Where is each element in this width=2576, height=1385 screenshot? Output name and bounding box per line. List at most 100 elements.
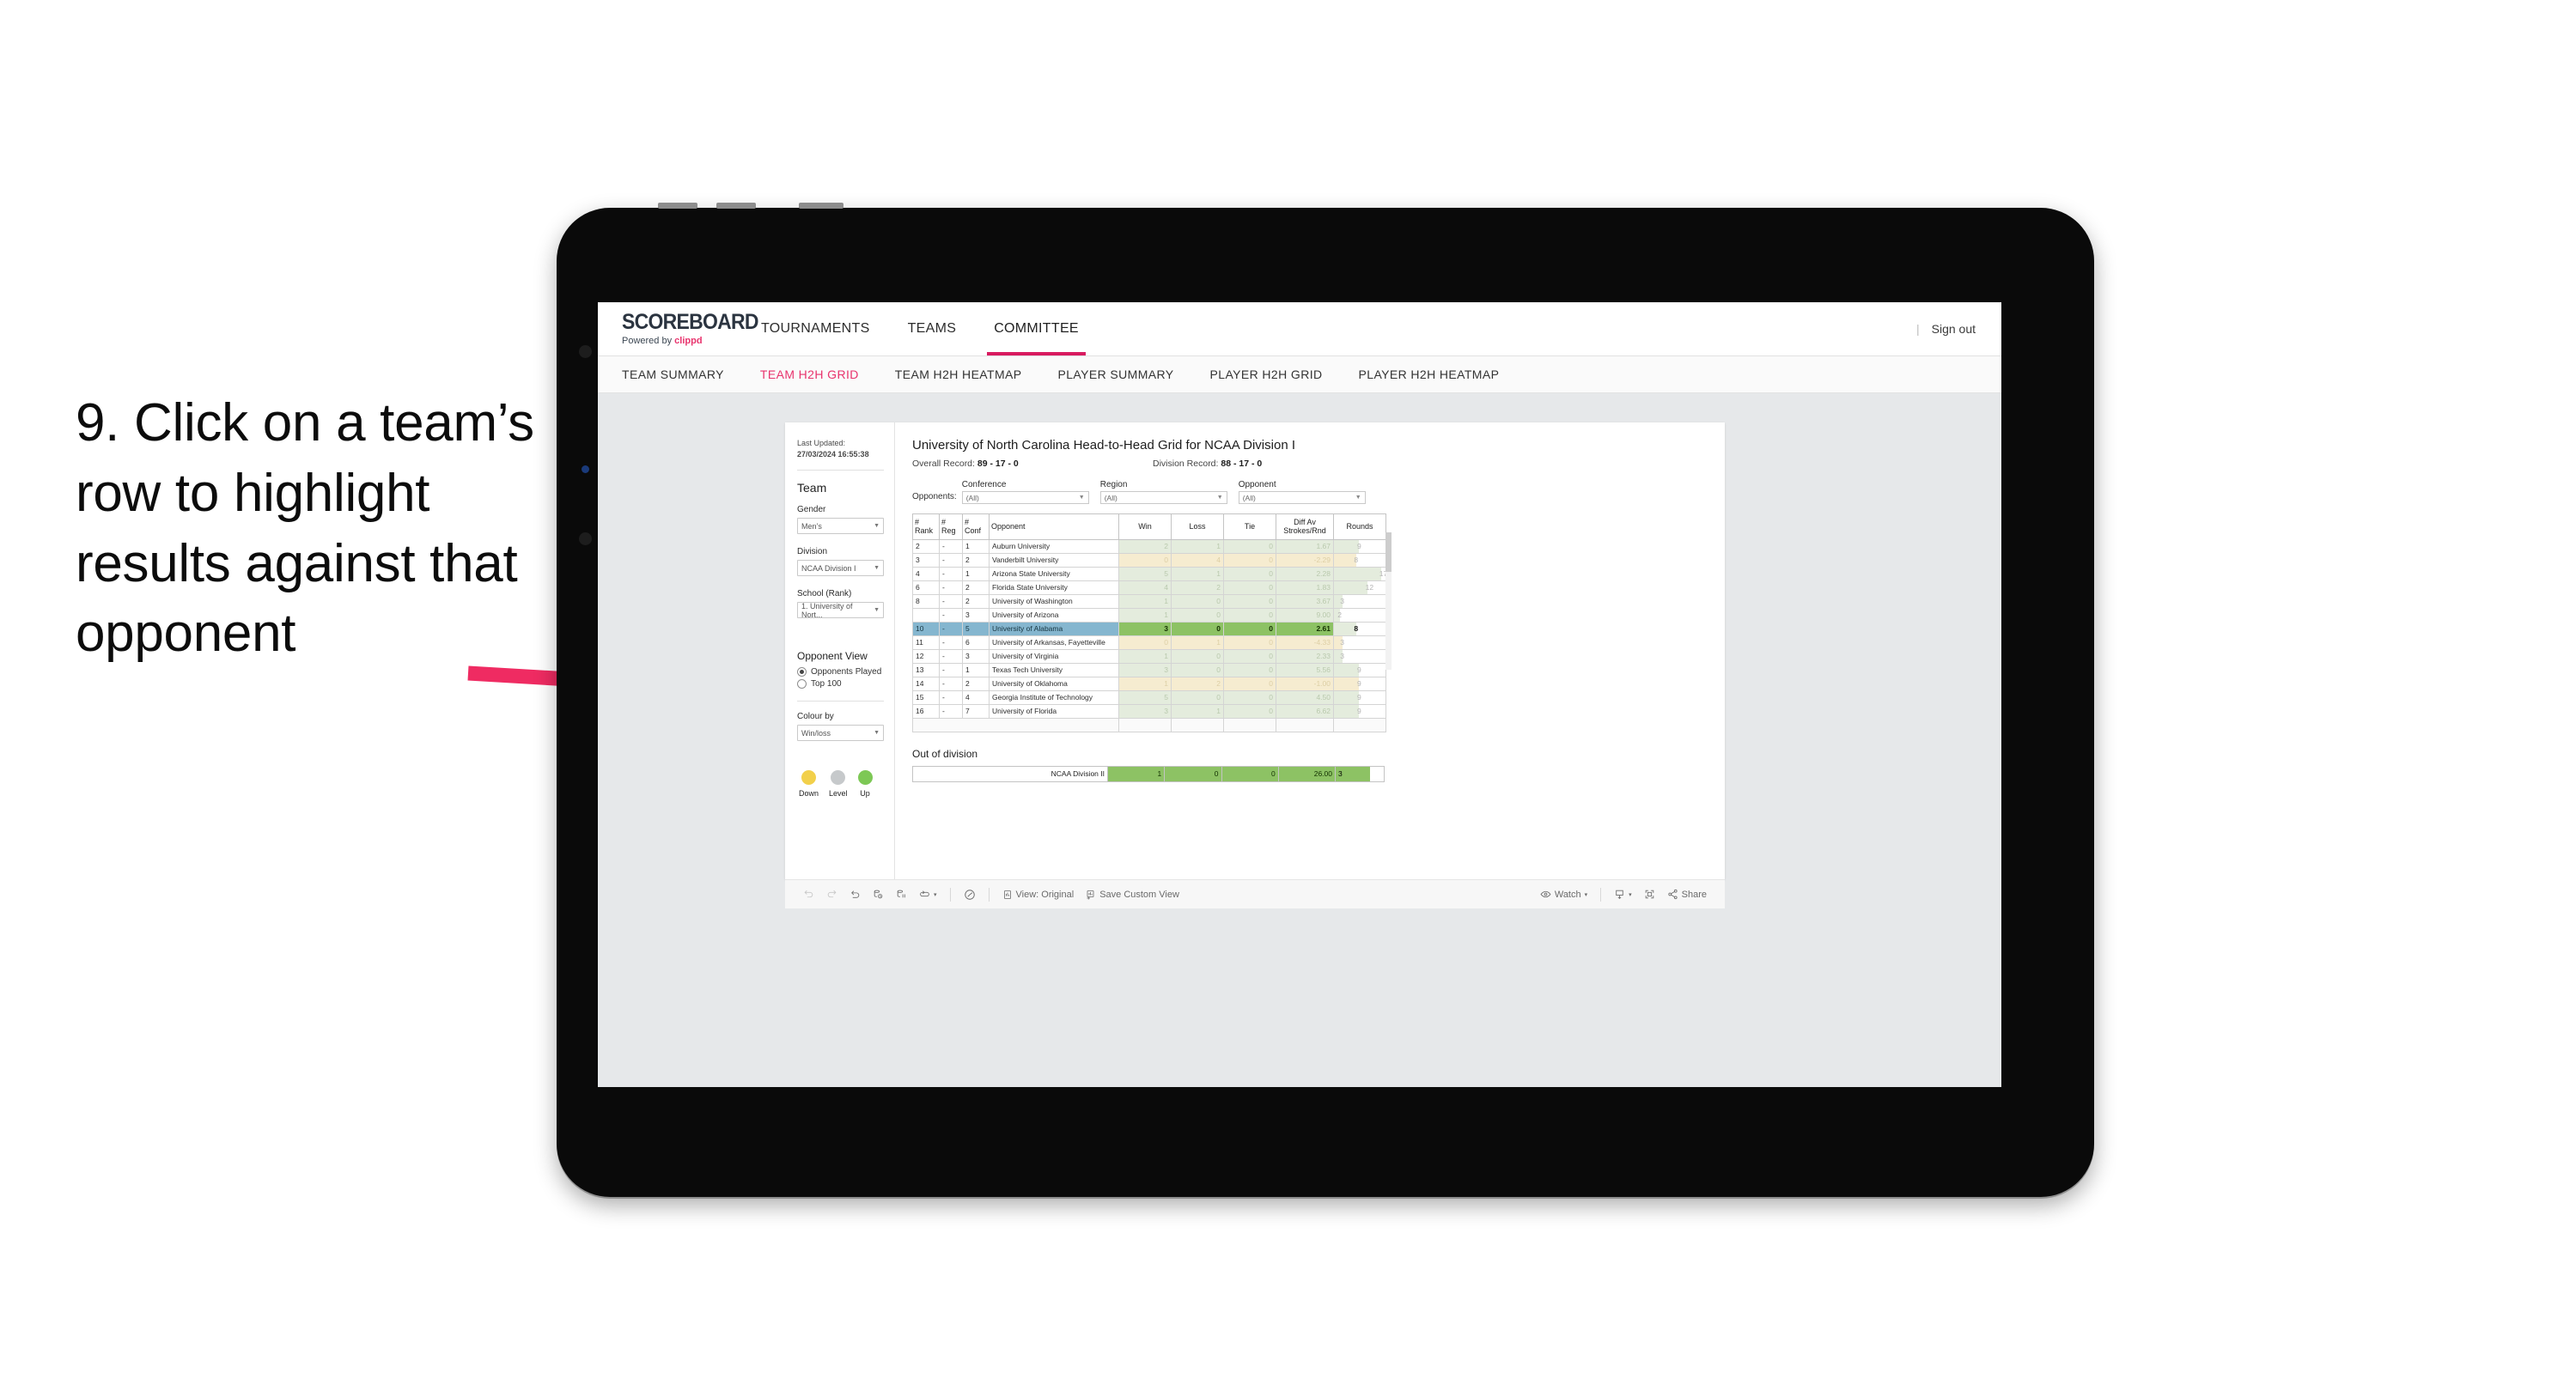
performance-button[interactable] (958, 884, 982, 905)
table-row[interactable]: 4-1Arizona State University5102.2817 (912, 566, 1386, 581)
loop-button[interactable]: ▾ (913, 884, 943, 905)
colour-by-select[interactable]: Win/loss ▼ (797, 725, 884, 742)
nav-committee[interactable]: COMMITTEE (975, 302, 1098, 355)
cell-opponent: University of Washington (989, 593, 1119, 609)
cell-conf: 3 (962, 607, 990, 623)
tab-player-h2h-heatmap[interactable]: PLAYER H2H HEATMAP (1359, 368, 1500, 381)
revert-button[interactable] (843, 884, 867, 905)
download-button[interactable]: ▾ (1608, 884, 1638, 905)
app-logo[interactable]: SCOREBOARD Powered by clippd (598, 312, 759, 347)
last-updated-value: 27/03/2024 16:55:38 (797, 450, 869, 459)
filter-opponent-select[interactable]: (All) ▼ (1238, 491, 1366, 504)
fullscreen-button[interactable] (1638, 884, 1661, 905)
watch-button[interactable]: Watch ▾ (1534, 884, 1593, 905)
volume-up-button[interactable] (658, 203, 697, 209)
save-custom-view-button[interactable]: Save Custom View (1080, 884, 1185, 905)
table-row[interactable]: 16-7 University of Florida 3 1 0 6.62 9 (912, 703, 1386, 719)
microphone-icon (579, 532, 592, 545)
cell-conf: 1 (962, 566, 990, 581)
cell-win: 3 (1118, 703, 1172, 719)
table-scrollbar-thumb[interactable] (1385, 532, 1392, 572)
table-row[interactable]: 15-4 Georgia Institute of Technology 5 0 0 4.… (912, 689, 1386, 705)
table-row[interactable]: 11-6 University of Arkansas, Fayetteville… (912, 635, 1386, 650)
share-button[interactable]: Share (1661, 884, 1713, 905)
radio-icon (797, 679, 807, 689)
refresh-data-button[interactable] (867, 884, 890, 905)
table-row[interactable]: 13-1 Texas Tech University 3 0 0 5.56 9 (912, 662, 1386, 677)
table-row[interactable]: -3 University of Arizona 1 0 0 9.00 2 (912, 607, 1386, 623)
app-top-bar: SCOREBOARD Powered by clippd TOURNAMENTS… (598, 302, 2001, 356)
table-row[interactable]: 8-2 University of Washington 1 0 0 3.67 3 (912, 593, 1386, 609)
redo-button[interactable] (820, 884, 843, 905)
toolbar-divider (949, 887, 951, 902)
logo-brand: clippd (674, 336, 703, 346)
table-row[interactable]: 6-2 Florida State University 4 2 0 1.83 12 (912, 580, 1386, 595)
colour-by-value: Win/loss (801, 728, 831, 738)
radio-icon-selected (797, 667, 807, 677)
cell-opponent: University of Alabama (989, 621, 1119, 636)
cell-tie: 0 (1223, 662, 1276, 677)
chevron-down-icon: ▼ (874, 730, 880, 737)
cell-tie: 0 (1223, 635, 1276, 650)
nav-tournaments[interactable]: TOURNAMENTS (742, 302, 889, 355)
division-value: NCAA Division I (801, 563, 856, 573)
cell-rounds: 9 (1333, 662, 1386, 677)
tab-team-summary[interactable]: TEAM SUMMARY (622, 368, 724, 381)
rounds-value: 3 (1340, 651, 1344, 660)
undo-button[interactable] (797, 884, 820, 905)
cell-rank: 12 (912, 648, 940, 664)
cell-tie: 0 (1223, 538, 1276, 554)
overall-record: Overall Record: 89 - 17 - 0 (912, 459, 1153, 469)
cell-reg: - (939, 635, 963, 650)
cell-opponent: University of Arizona (989, 607, 1119, 623)
cell-diff: 3.67 (1276, 593, 1334, 609)
table-row[interactable]: 14-2 University of Oklahoma 1 2 0 -1.00 9 (912, 676, 1386, 691)
table-row[interactable]: 10-5 University of Alabama 3 0 0 2.61 8 (912, 621, 1386, 636)
table-row[interactable]: 12-3 University of Virginia 1 0 0 2.33 3 (912, 648, 1386, 664)
cell-conf: 2 (962, 676, 990, 691)
cell-reg: - (939, 538, 963, 554)
legend-down-label: Down (799, 789, 819, 799)
tab-team-h2h-grid[interactable]: TEAM H2H GRID (760, 368, 859, 381)
filter-conference-label: Conference (961, 480, 1007, 489)
cell-loss: 0 (1171, 662, 1224, 677)
cell-opponent: University of Oklahoma (989, 676, 1119, 691)
th-tie: Tie (1223, 513, 1276, 540)
table-row[interactable]: NCAA Division II 1 0 0 26.00 3 (912, 765, 1385, 782)
chevron-down-icon: ▼ (1078, 495, 1085, 501)
cell-loss: 1 (1171, 538, 1224, 554)
radio-top-100[interactable]: Top 100 (797, 679, 884, 689)
viz-toolbar: ▾ View: Original Save Custom View Watch … (785, 879, 1725, 908)
cell-diff: -1.00 (1276, 676, 1334, 691)
table-row[interactable]: 3-2 Vanderbilt University 0 4 0 -2.29 8 (912, 552, 1386, 568)
cell-opponent: Vanderbilt University (989, 552, 1119, 568)
ood-diff: 26.00 (1277, 765, 1337, 782)
tab-player-h2h-grid[interactable]: PLAYER H2H GRID (1210, 368, 1323, 381)
rounds-value: 9 (1357, 665, 1361, 674)
tab-player-summary[interactable]: PLAYER SUMMARY (1058, 368, 1174, 381)
division-select[interactable]: NCAA Division I ▼ (797, 560, 884, 577)
gender-select[interactable]: Men’s ▼ (797, 518, 884, 535)
out-of-division-title: Out of division (912, 747, 978, 760)
cell-reg: - (939, 580, 963, 595)
school-select[interactable]: 1. University of Nort... ▼ (797, 602, 884, 619)
filter-region-select[interactable]: (All) ▼ (1099, 491, 1227, 504)
filter-conference-select[interactable]: (All) ▼ (961, 491, 1089, 504)
cell-rounds: 9 (1333, 689, 1386, 705)
tab-team-h2h-heatmap[interactable]: TEAM H2H HEATMAP (895, 368, 1022, 381)
table-row[interactable]: 2-1 Auburn University 2 1 0 1.67 9 (912, 538, 1386, 554)
cell-tie: 0 (1223, 648, 1276, 664)
cell-loss: 1 (1171, 635, 1224, 650)
toolbar-divider (1600, 887, 1602, 902)
view-original-button[interactable]: View: Original (996, 884, 1081, 905)
colour-by-label: Colour by (797, 712, 834, 722)
power-button[interactable] (799, 203, 843, 209)
th-reg-l2: Reg (941, 526, 956, 536)
nav-teams[interactable]: TEAMS (889, 302, 976, 355)
sign-out-link[interactable]: Sign out (1932, 322, 1976, 336)
cell-win: 3 (1118, 621, 1172, 636)
pause-updates-button[interactable] (890, 884, 913, 905)
volume-down-button[interactable] (716, 203, 756, 209)
cell-rounds: 17 (1333, 566, 1386, 581)
radio-opponents-played[interactable]: Opponents Played (797, 667, 884, 677)
